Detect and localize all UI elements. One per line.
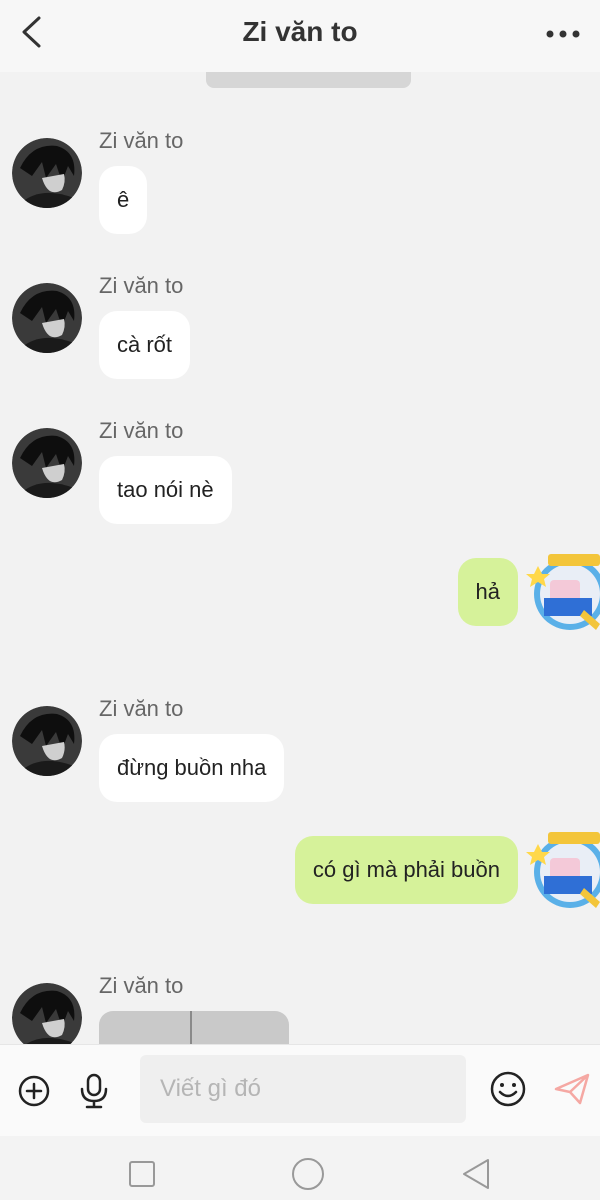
message-list[interactable]: Zi văn to ê Zi văn to cà rốt Zi văn to t… — [0, 72, 600, 1044]
sender-name: Zi văn to — [99, 128, 184, 153]
sender-name: Zi văn to — [99, 696, 184, 721]
sender-avatar[interactable] — [12, 706, 82, 776]
sender-avatar[interactable] — [12, 428, 82, 498]
my-avatar[interactable] — [526, 546, 600, 634]
more-options-button[interactable] — [542, 18, 586, 50]
message-input-container — [140, 1055, 466, 1123]
message-bubble[interactable]: đừng buồn nha — [99, 734, 285, 802]
back-nav-button[interactable] — [458, 1156, 494, 1192]
sender-name: Zi văn to — [99, 973, 184, 998]
sender-avatar[interactable] — [12, 283, 82, 353]
attach-button[interactable] — [14, 1071, 54, 1111]
sender-name: Zi văn to — [99, 273, 184, 298]
home-button[interactable] — [288, 1154, 328, 1194]
image-message[interactable] — [99, 1011, 289, 1044]
send-icon — [554, 1073, 590, 1105]
chat-title: Zi văn to — [242, 16, 358, 47]
emoji-icon — [490, 1071, 526, 1107]
sender-avatar[interactable] — [12, 138, 82, 208]
microphone-icon — [80, 1073, 108, 1109]
chat-header: Zi văn to — [0, 0, 600, 72]
send-button[interactable] — [552, 1069, 592, 1109]
triangle-back-icon — [463, 1159, 489, 1189]
message-composer — [0, 1044, 600, 1136]
previous-message-stub — [206, 72, 411, 88]
sender-name: Zi văn to — [99, 418, 184, 443]
circle-icon — [292, 1158, 324, 1190]
message-bubble[interactable]: ê — [99, 166, 148, 234]
message-bubble[interactable]: hả — [457, 558, 518, 626]
my-avatar[interactable] — [526, 824, 600, 912]
emoji-button[interactable] — [488, 1069, 528, 1109]
image-content — [190, 1011, 192, 1044]
more-horizontal-icon — [546, 30, 580, 38]
system-navigation-bar — [0, 1136, 600, 1200]
message-bubble[interactable]: cà rốt — [99, 311, 191, 379]
sender-avatar[interactable] — [12, 983, 82, 1044]
message-bubble[interactable]: tao nói nè — [99, 456, 232, 524]
voice-button[interactable] — [74, 1071, 114, 1111]
plus-circle-icon — [18, 1075, 50, 1107]
message-input[interactable] — [140, 1055, 466, 1123]
message-bubble[interactable]: có gì mà phải buồn — [294, 836, 518, 904]
square-icon — [129, 1161, 155, 1187]
recents-button[interactable] — [124, 1156, 160, 1192]
